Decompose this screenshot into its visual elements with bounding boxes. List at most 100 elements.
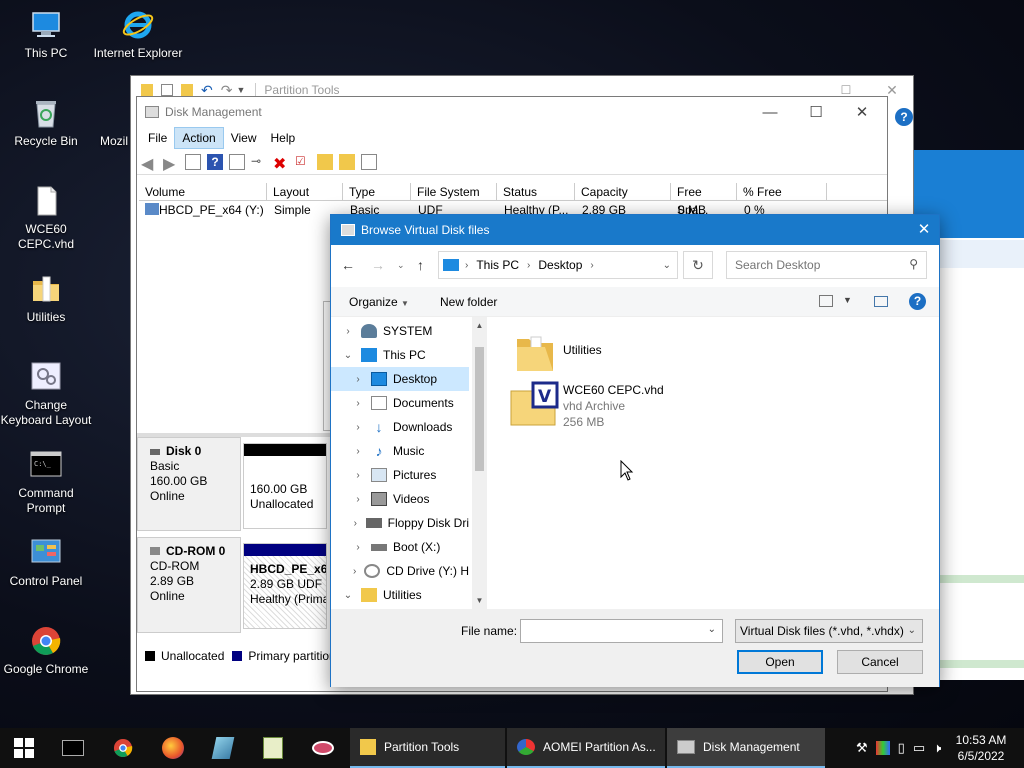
chevron-down-icon[interactable]: ▼: [843, 295, 852, 305]
column-free-space[interactable]: Free Spa...: [671, 183, 737, 217]
taskbar-firefox[interactable]: [148, 728, 198, 768]
list-item[interactable]: V WCE60 CEPC.vhd vhd Archive 256 MB: [505, 379, 805, 435]
tree-item-music[interactable]: › ♪ Music: [331, 439, 469, 463]
chevron-right-icon[interactable]: ›: [351, 374, 365, 385]
minimize-button[interactable]: —: [747, 97, 793, 127]
tree-item-documents[interactable]: › Documents: [331, 391, 469, 415]
properties-icon[interactable]: [361, 153, 377, 170]
tree-scrollbar[interactable]: ▲ ▼: [472, 317, 487, 609]
desktop-icon-control-panel[interactable]: Control Panel: [0, 536, 92, 589]
chevron-right-icon[interactable]: ›: [351, 470, 365, 481]
desktop-icon-change-keyboard-layout[interactable]: Change Keyboard Layout: [0, 360, 92, 428]
scroll-up-icon[interactable]: ▲: [472, 317, 487, 330]
desktop-icon-recycle-bin[interactable]: Recycle Bin: [0, 96, 92, 149]
display-icon[interactable]: [875, 741, 890, 755]
chevron-right-icon[interactable]: ›: [351, 518, 360, 529]
chevron-down-icon[interactable]: ⌄: [341, 590, 355, 601]
menu-action[interactable]: Action: [174, 127, 224, 149]
tree-item-boot[interactable]: › Boot (X:): [331, 535, 469, 559]
up-button[interactable]: ↑: [417, 257, 424, 273]
column-capacity[interactable]: Capacity: [575, 183, 671, 201]
search-folder-icon[interactable]: [339, 153, 355, 170]
chevron-down-icon[interactable]: ⌄: [708, 624, 716, 635]
chevron-right-icon[interactable]: ›: [351, 446, 365, 457]
maximize-button[interactable]: ☐: [793, 97, 839, 127]
task-partition-tools[interactable]: Partition Tools: [350, 728, 505, 768]
view-options-icon[interactable]: [819, 295, 833, 307]
taskbar-app-4[interactable]: [198, 728, 248, 768]
cancel-button[interactable]: Cancel: [837, 650, 923, 674]
chevron-right-icon[interactable]: ›: [351, 398, 365, 409]
taskbar-app-5[interactable]: [248, 728, 298, 768]
forward-button[interactable]: →: [371, 257, 385, 273]
open-button[interactable]: Open: [737, 650, 823, 674]
breadcrumb-this-pc[interactable]: This PC: [476, 258, 519, 272]
address-bar[interactable]: › This PC › Desktop › ⌄: [438, 251, 678, 279]
scroll-thumb[interactable]: [475, 347, 484, 471]
taskbar-chrome[interactable]: [98, 728, 148, 768]
connect-icon[interactable]: ⊸: [251, 154, 267, 170]
chevron-right-icon[interactable]: ›: [351, 566, 358, 577]
breadcrumb-desktop[interactable]: Desktop: [538, 258, 582, 272]
help-icon[interactable]: ?: [895, 108, 913, 126]
tree-item-utilities[interactable]: ⌄ Utilities: [331, 583, 469, 607]
folder-up-icon[interactable]: [317, 153, 333, 170]
taskbar-app-6[interactable]: [298, 728, 348, 768]
column-status[interactable]: Status: [497, 183, 575, 201]
chevron-right-icon[interactable]: ›: [341, 326, 355, 337]
menu-file[interactable]: File: [141, 128, 174, 148]
help-icon[interactable]: ?: [909, 293, 926, 310]
scroll-down-icon[interactable]: ▼: [472, 596, 487, 605]
help-icon[interactable]: ?: [207, 153, 223, 170]
column-percent-free[interactable]: % Free: [737, 183, 827, 201]
chevron-right-icon[interactable]: ›: [351, 422, 365, 433]
tree-item-pictures[interactable]: › Pictures: [331, 463, 469, 487]
column-layout[interactable]: Layout: [267, 183, 343, 201]
start-button[interactable]: [0, 728, 48, 768]
tree-item-floppy[interactable]: › Floppy Disk Dri: [331, 511, 469, 535]
clock[interactable]: 10:53 AM 6/5/2022: [948, 732, 1014, 764]
column-file-system[interactable]: File System: [411, 183, 497, 201]
task-aomei[interactable]: AOMEI Partition As...: [507, 728, 665, 768]
console-icon[interactable]: [229, 153, 245, 170]
tree-item-videos[interactable]: › Videos: [331, 487, 469, 511]
tree-item-system[interactable]: › SYSTEM: [331, 319, 469, 343]
chevron-right-icon[interactable]: ›: [351, 494, 365, 505]
new-folder-button[interactable]: New folder: [440, 295, 497, 309]
desktop-icon-mozilla[interactable]: Mozil: [92, 96, 132, 149]
organize-button[interactable]: Organize ▼: [349, 295, 409, 309]
list-item[interactable]: Utilities: [505, 325, 805, 375]
desktop-icon-google-chrome[interactable]: Google Chrome: [0, 624, 92, 677]
close-button[interactable]: ✕: [839, 97, 885, 127]
taskbar-command-prompt[interactable]: [48, 728, 98, 768]
column-type[interactable]: Type: [343, 183, 411, 201]
preview-pane-icon[interactable]: [874, 296, 888, 307]
desktop-icon-internet-explorer[interactable]: Internet Explorer: [92, 8, 184, 61]
chevron-down-icon[interactable]: ⌄: [663, 260, 671, 271]
chevron-down-icon[interactable]: ▼: [236, 85, 245, 95]
desktop-icon-vhd[interactable]: WCE60 CEPC.vhd: [0, 184, 92, 252]
file-type-select[interactable]: Virtual Disk files (*.vhd, *.vhdx) ⌄: [735, 619, 923, 643]
desktop-icon-command-prompt[interactable]: C:\_ Command Prompt: [0, 448, 92, 516]
menu-help[interactable]: Help: [264, 128, 303, 148]
search-input[interactable]: [727, 252, 897, 278]
tree-item-this-pc[interactable]: ⌄ This PC: [331, 343, 469, 367]
list-view-icon[interactable]: [185, 153, 201, 170]
disk0-info[interactable]: Disk 0 Basic 160.00 GB Online: [137, 437, 241, 531]
usb-icon[interactable]: ▯: [898, 740, 905, 756]
volume-muted-icon[interactable]: 🕨: [933, 740, 941, 756]
desktop-icon-utilities[interactable]: Utilities: [0, 272, 92, 325]
delete-icon[interactable]: ✖: [273, 154, 289, 173]
back-button[interactable]: ←: [341, 257, 355, 273]
chevron-down-icon[interactable]: ⌄: [341, 350, 355, 361]
chevron-right-icon[interactable]: ›: [351, 542, 365, 553]
cdrom-info[interactable]: CD-ROM 0 CD-ROM 2.89 GB Online: [137, 537, 241, 633]
disk0-partition[interactable]: 160.00 GB Unallocated: [243, 443, 327, 529]
task-disk-management[interactable]: Disk Management: [667, 728, 825, 768]
forward-icon[interactable]: ▶: [163, 154, 179, 173]
cdrom-partition[interactable]: HBCD_PE_x64 2.89 GB UDF Healthy (Prima: [243, 543, 327, 629]
tree-item-downloads[interactable]: › ↓ Downloads: [331, 415, 469, 439]
refresh-button[interactable]: ↻: [683, 251, 713, 279]
tools-icon[interactable]: ⚒: [856, 740, 868, 756]
menu-view[interactable]: View: [224, 128, 264, 148]
